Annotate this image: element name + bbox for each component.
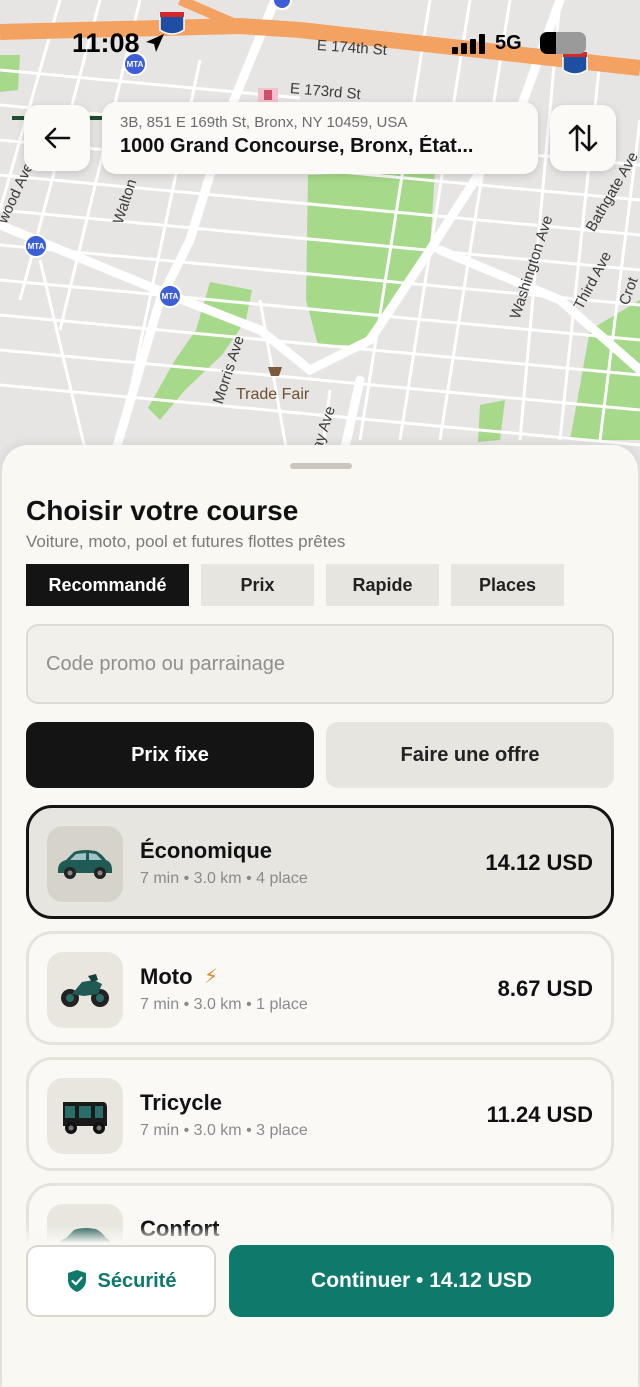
ride-selection-sheet: Choisir votre course Voiture, moto, pool… <box>2 445 638 1387</box>
ride-meta: 7 min • 3.0 km • 1 place <box>140 996 308 1013</box>
ride-option-moto[interactable]: Moto ⚡ 7 min • 3.0 km • 1 place 8.67 USD <box>26 931 614 1045</box>
tricycle-icon <box>63 1102 107 1134</box>
map-label-trade-fair: Trade Fair <box>236 386 310 403</box>
safety-button[interactable]: Sécurité <box>26 1245 216 1317</box>
svg-text:MTA: MTA <box>28 242 45 251</box>
filter-chips: Recommandé Prix Rapide Places <box>26 564 564 606</box>
filter-seats[interactable]: Places <box>451 564 564 606</box>
sheet-drag-handle[interactable] <box>290 463 352 469</box>
back-button[interactable] <box>24 105 90 171</box>
battery-icon <box>540 32 586 54</box>
pickup-address: 3B, 851 E 169th St, Bronx, NY 10459, USA <box>120 114 408 131</box>
map-view[interactable]: MTA MTA MTA E 174th St E 173rd St Walton w… <box>0 0 640 470</box>
ride-options-list[interactable]: Économique 7 min • 3.0 km • 4 place 14.1… <box>26 805 616 1245</box>
battery-level <box>540 32 557 54</box>
svg-text:MTA: MTA <box>162 292 179 301</box>
ride-option-tricycle[interactable]: Tricycle 7 min • 3.0 km • 3 place 11.24 … <box>26 1057 614 1171</box>
swap-route-button[interactable] <box>550 105 616 171</box>
lightning-icon: ⚡ <box>204 966 219 988</box>
arrow-left-icon <box>44 127 71 149</box>
route-card[interactable]: 3B, 851 E 169th St, Bronx, NY 10459, USA… <box>102 102 538 174</box>
ride-price: 14.12 USD <box>485 850 593 875</box>
ride-name: Économique <box>140 838 273 863</box>
pricing-mode-toggle: Prix fixe Faire une offre <box>26 722 614 788</box>
make-offer-button[interactable]: Faire une offre <box>326 722 614 788</box>
sheet-subtitle: Voiture, moto, pool et futures flottes p… <box>26 532 346 551</box>
safety-label: Sécurité <box>97 1269 177 1292</box>
ride-thumbnail <box>47 826 123 902</box>
filter-fast[interactable]: Rapide <box>326 564 439 606</box>
filter-price[interactable]: Prix <box>201 564 314 606</box>
network-type: 5G <box>495 32 522 54</box>
sheet-title: Choisir votre course <box>26 495 299 526</box>
ride-name: Tricycle <box>140 1090 222 1115</box>
filter-recommended[interactable]: Recommandé <box>26 564 189 606</box>
car-icon <box>58 850 112 879</box>
promo-field <box>26 624 614 704</box>
continue-button[interactable]: Continuer • 14.12 USD <box>229 1245 614 1317</box>
ride-meta: 7 min • 3.0 km • 3 place <box>140 1122 308 1139</box>
status-bar: 11:08 5G <box>0 24 640 68</box>
ride-option-economique[interactable]: Économique 7 min • 3.0 km • 4 place 14.1… <box>26 805 614 919</box>
ride-thumbnail <box>47 952 123 1028</box>
ride-price: 8.67 USD <box>497 976 593 1001</box>
signal-icon <box>452 34 485 54</box>
swap-arrows-icon <box>568 124 598 152</box>
motorcycle-icon <box>61 974 109 1007</box>
bottom-action-bar: Sécurité Continuer • 14.12 USD <box>2 1225 638 1387</box>
ride-name: Moto <box>140 964 193 989</box>
ride-meta: 7 min • 3.0 km • 4 place <box>140 870 308 887</box>
shield-check-icon <box>67 1270 86 1292</box>
location-arrow-icon <box>146 34 164 52</box>
destination-address: 1000 Grand Concourse, Bronx, État... <box>120 135 474 157</box>
ride-price: 11.24 USD <box>486 1102 593 1127</box>
promo-input[interactable] <box>28 626 612 702</box>
fixed-price-button[interactable]: Prix fixe <box>26 722 314 788</box>
status-time: 11:08 <box>72 28 140 58</box>
ride-thumbnail <box>47 1078 123 1154</box>
